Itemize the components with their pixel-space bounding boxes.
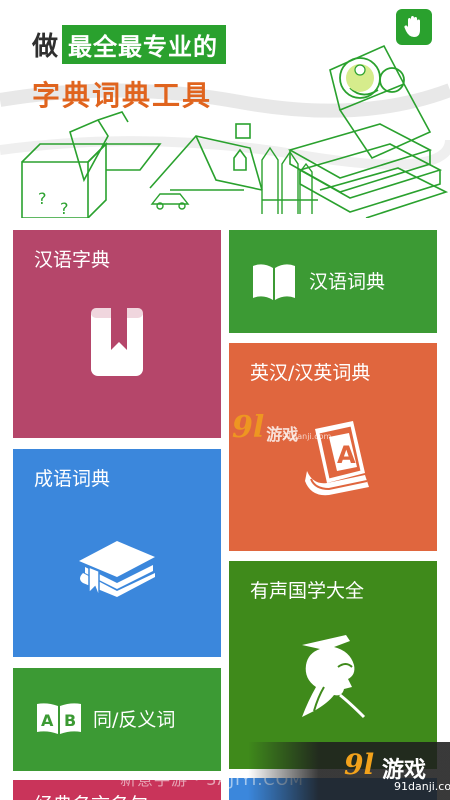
tile-label: 同/反义词 (93, 709, 176, 731)
svg-text:A: A (41, 711, 54, 730)
graduation-book-icon (79, 541, 155, 598)
watermark-corner: 9l 游戏 91danji.com (248, 742, 450, 800)
svg-text:?: ? (60, 199, 69, 218)
tile-hanyu-zidian[interactable]: 汉语字典 (13, 230, 221, 438)
banner: ? ? 做 最全最专业的 字典词典工具 (0, 0, 450, 218)
tile-guoxue-daquan[interactable]: 有声国学大全 (229, 561, 437, 769)
sage-portrait-icon (302, 635, 366, 719)
sketch-illustration: ? ? (0, 44, 450, 218)
bookmark-book-icon (91, 308, 143, 376)
tile-label: 汉语词典 (309, 271, 386, 293)
english-book-a-icon: A (305, 421, 369, 496)
watermark-corner-number: 9l (344, 748, 375, 781)
tile-hanyu-cidian[interactable]: 汉语词典 (229, 230, 437, 333)
tile-label: 汉语字典 (34, 249, 111, 271)
tagline-highlight: 最全最专业的 (62, 24, 227, 64)
tile-chengyu-cidian[interactable]: 成语词典 (13, 449, 221, 657)
svg-text:A: A (337, 441, 356, 469)
hand-raise-icon (404, 16, 420, 37)
tile-label: 经典名言名句 (34, 790, 148, 800)
tagline-subtitle: 字典词典工具 (32, 79, 213, 112)
tagline-lead: 做 (32, 31, 59, 62)
tile-label: 英汉/汉英词典 (250, 362, 371, 384)
tile-tong-fan-yici[interactable]: A B 同/反义词 (13, 668, 221, 771)
tile-label: 成语词典 (34, 468, 111, 490)
watermark-logo-number: 9l (232, 410, 265, 445)
tile-yinghan-cidian[interactable]: 英汉/汉英词典 A (229, 343, 437, 551)
tile-label: 有声国学大全 (250, 580, 365, 602)
tagline: 做 最全最专业的 (32, 24, 227, 64)
ab-book-icon: A B (37, 703, 81, 734)
svg-text:?: ? (38, 189, 47, 208)
svg-text:B: B (64, 711, 76, 730)
watermark-url: 91danji.com (282, 432, 332, 441)
hand-button[interactable] (396, 9, 432, 45)
open-book-icon (253, 264, 295, 300)
watermark-corner-url: 91danji.com (394, 780, 450, 793)
